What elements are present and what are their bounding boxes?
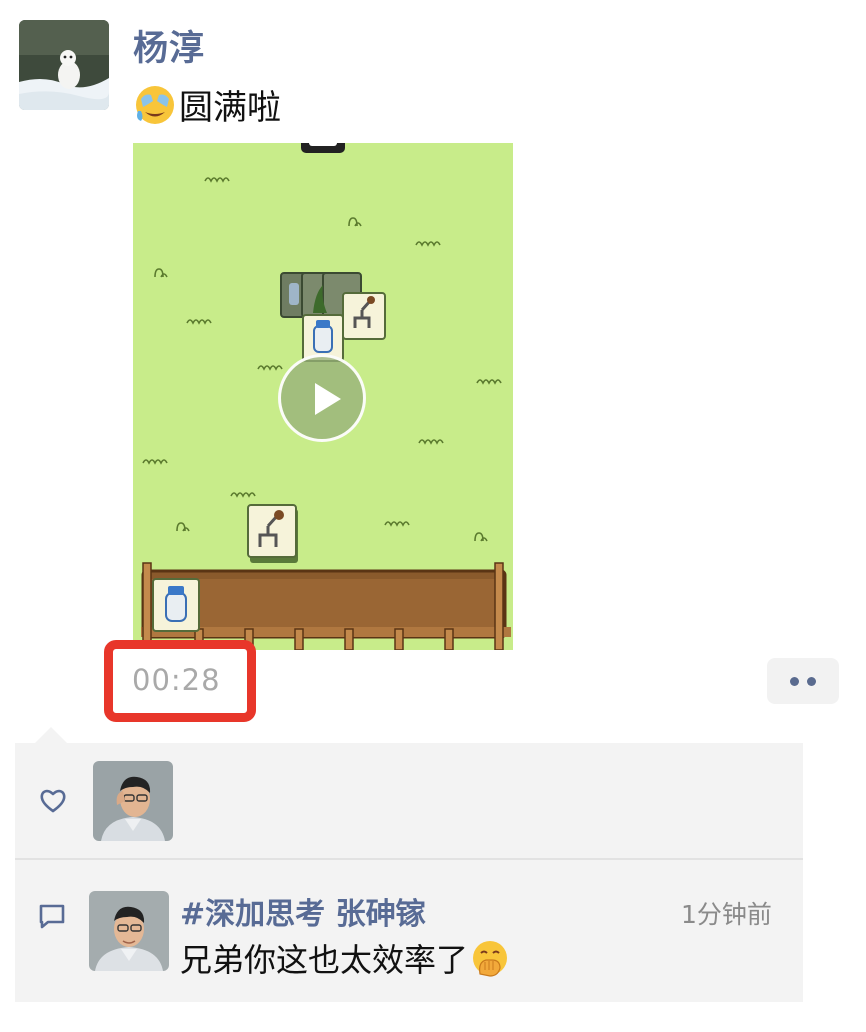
panel-arrow (34, 727, 68, 744)
panel-divider (15, 858, 803, 860)
comment-text[interactable]: 兄弟你这也太效率了 (180, 935, 510, 981)
heart-outline-icon (40, 789, 66, 813)
hand-over-mouth-face-icon (473, 941, 508, 977)
post-text-content: 圆满啦 (179, 88, 281, 128)
video-duration: 00:28 (132, 663, 221, 697)
more-dots-icon (790, 677, 799, 686)
comment-time: 1分钟前 (681, 900, 772, 929)
more-dots-icon-dot (807, 677, 816, 686)
comment-text-content: 兄弟你这也太效率了 (180, 941, 469, 979)
face-with-tears-icon (136, 85, 174, 124)
post-text: 圆满啦 (133, 80, 281, 129)
moments-post: 杨淳 圆满啦 00:28 #深加思考 张砷镓 1分钟前 兄弟你这也太效率了 (0, 0, 866, 1032)
play-button[interactable] (278, 354, 366, 442)
play-icon (315, 383, 341, 415)
poster-name[interactable]: 杨淳 (133, 20, 205, 71)
liker-avatar[interactable] (93, 761, 173, 841)
comment-bubble-icon (39, 904, 65, 929)
commenter-name[interactable]: #深加思考 张砷镓 (180, 889, 426, 933)
commenter-avatar[interactable] (89, 891, 169, 971)
video-thumbnail[interactable] (133, 143, 513, 650)
more-button[interactable] (767, 658, 839, 704)
poster-avatar[interactable] (19, 20, 109, 110)
